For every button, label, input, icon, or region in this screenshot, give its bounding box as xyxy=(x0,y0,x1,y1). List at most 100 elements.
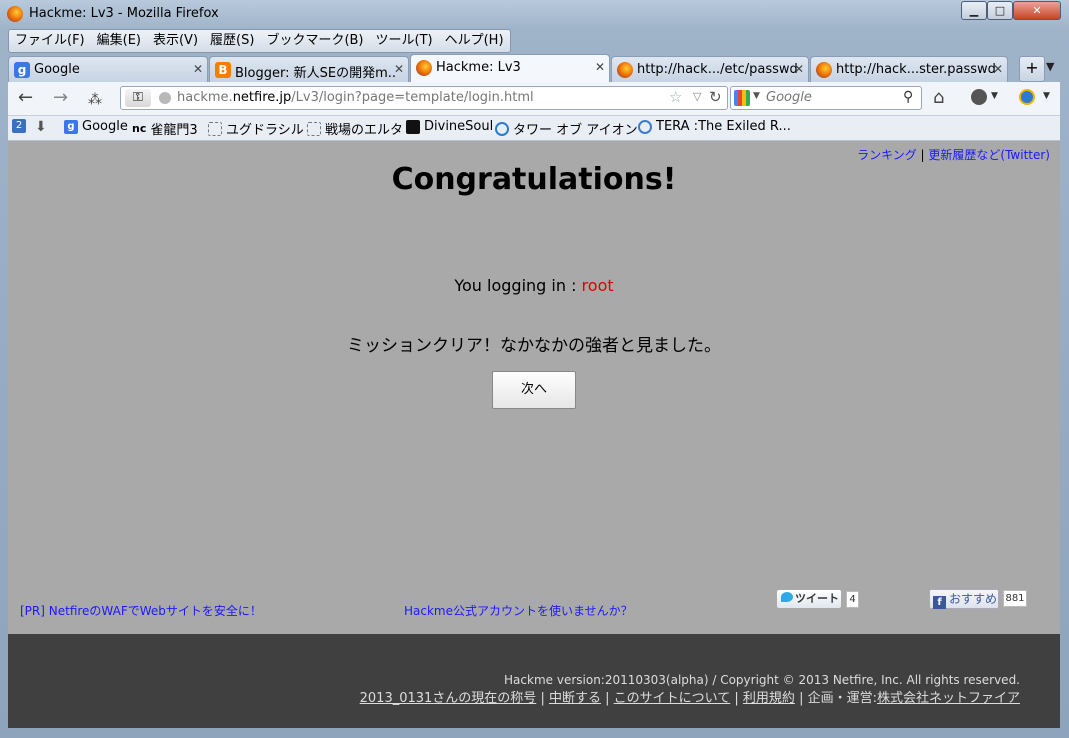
reload-icon[interactable]: ↻ xyxy=(709,88,722,106)
browser-window: Hackme: Lv3 - Mozilla Firefox ▁ □ ✕ ファイル… xyxy=(0,0,1069,738)
tab-close-icon[interactable]: ✕ xyxy=(794,62,804,76)
terms-link[interactable]: 利用規約 xyxy=(743,691,795,706)
tab-strip: g Google ✕ B Blogger: 新人SEの開発m... ✕ Hack… xyxy=(8,54,1060,82)
bookmark-label: TERA :The Exiled R... xyxy=(656,119,791,134)
ranking-link[interactable]: ランキング xyxy=(857,148,917,162)
window-title: Hackme: Lv3 - Mozilla Firefox xyxy=(29,6,219,21)
tab-list-chevron-down-icon[interactable]: ▼ xyxy=(1046,60,1054,73)
tab-label: http://hack.../etc/passwd xyxy=(637,62,797,77)
bookmark-jakuryumon[interactable]: nc 雀龍門3 xyxy=(132,119,198,138)
menu-tools[interactable]: ツール(T) xyxy=(370,30,439,52)
facebook-recommend-button[interactable]: f おすすめ xyxy=(929,589,999,609)
search-placeholder: Google xyxy=(766,90,812,105)
menu-help[interactable]: ヘルプ(H) xyxy=(439,30,510,52)
bookmark-tera[interactable]: TERA :The Exiled R... xyxy=(638,119,791,134)
tab-master-passwd[interactable]: http://hack...ster.passwd ✕ xyxy=(810,56,1008,82)
bookmark-app-icon[interactable]: 2 xyxy=(12,119,26,133)
history-dots-icon[interactable]: ⁂ xyxy=(88,90,102,110)
home-icon[interactable]: ⌂ xyxy=(933,87,944,108)
google-icon: g xyxy=(14,62,30,78)
nc-icon: nc xyxy=(132,122,147,135)
url-domain: netfire.jp xyxy=(232,90,292,105)
download-arrow-icon[interactable]: ⬇ xyxy=(35,119,47,135)
bookmark-google[interactable]: g Google xyxy=(64,119,128,134)
page-title: Congratulations! xyxy=(391,162,677,197)
tab-close-icon[interactable]: ✕ xyxy=(394,62,404,76)
bookmark-divinesoul[interactable]: DivineSoul xyxy=(406,119,493,134)
globe-icon xyxy=(159,92,171,104)
footer-links: 2013_0131さんの現在の称号 | 中断する | このサイトについて | 利… xyxy=(359,691,1020,706)
tweet-button[interactable]: ツイート xyxy=(776,589,842,609)
bookmark-label: タワー オブ アイオン xyxy=(513,123,638,138)
official-account-link[interactable]: Hackme公式アカウントを使いませんか？ xyxy=(404,602,633,619)
forward-arrow-icon[interactable]: → xyxy=(53,88,68,108)
menu-file[interactable]: ファイル(F) xyxy=(9,30,91,52)
tab-label: Google xyxy=(34,62,80,77)
firefox-icon xyxy=(816,62,832,78)
menu-bookmarks[interactable]: ブックマーク(B) xyxy=(260,30,369,52)
dotted-page-icon xyxy=(307,121,321,136)
menu-view[interactable]: 表示(V) xyxy=(147,30,204,52)
url-text[interactable]: hackme.netfire.jp/Lv3/login?page=templat… xyxy=(177,90,534,105)
pr-waf-link[interactable]: [PR] NetfireのWAFでWebサイトを安全に！ xyxy=(20,602,262,619)
about-link[interactable]: このサイトについて xyxy=(614,691,731,706)
minimize-button[interactable]: ▁ xyxy=(961,1,987,20)
tab-label: Blogger: 新人SEの開発m... xyxy=(235,66,395,81)
bookmark-eruta[interactable]: 戦場のエルタ xyxy=(307,119,403,138)
operator-link[interactable]: 株式会社ネットファイア xyxy=(877,691,1020,706)
bookmark-yggdrasil[interactable]: ユグドラシル xyxy=(208,119,304,138)
bookmark-aion[interactable]: タワー オブ アイオン xyxy=(495,119,638,138)
bookmarks-toolbar: 2 ⬇ g Google nc 雀龍門3 ユグドラシル 戦場のエルタ DivineS… xyxy=(8,116,1060,141)
url-bar[interactable]: ⚿ hackme.netfire.jp/Lv3/login?page=templ… xyxy=(120,86,728,110)
toolbar-chevron-down-icon[interactable]: ▼ xyxy=(1043,91,1050,101)
tab-close-icon[interactable]: ✕ xyxy=(193,62,203,76)
suspend-link[interactable]: 中断する xyxy=(549,691,601,706)
bookmark-star-icon[interactable]: ☆ xyxy=(669,88,682,106)
google-icon[interactable] xyxy=(734,90,750,106)
divinesoul-icon xyxy=(406,119,420,134)
bookmark-label: 戦場のエルタ xyxy=(325,123,404,138)
facebook-icon: f xyxy=(933,596,946,609)
addon-chevron-down-icon[interactable]: ▼ xyxy=(991,91,998,101)
copyright-text: Hackme version:20110303(alpha) / Copyrig… xyxy=(504,673,1020,687)
dotted-page-icon xyxy=(208,121,222,136)
tweet-count: 4 xyxy=(846,591,859,608)
bookmark-label: DivineSoul xyxy=(424,119,494,134)
search-icon[interactable]: ⚲ xyxy=(903,89,913,105)
link-separator: | xyxy=(920,148,925,162)
tab-hackme-lv3[interactable]: Hackme: Lv3 ✕ xyxy=(410,54,610,82)
key-icon[interactable]: ⚿ xyxy=(125,89,151,107)
menu-history[interactable]: 履歴(S) xyxy=(204,30,260,52)
back-arrow-icon[interactable]: ← xyxy=(18,88,33,108)
google-icon: g xyxy=(64,119,78,134)
url-dropdown-chevron-down-icon[interactable]: ▽ xyxy=(693,90,701,103)
recommend-label: おすすめ xyxy=(949,592,998,606)
tab-google[interactable]: g Google ✕ xyxy=(8,56,208,82)
menu-edit[interactable]: 編集(E) xyxy=(91,30,147,52)
tab-blogger[interactable]: B Blogger: 新人SEの開発m... ✕ xyxy=(209,56,409,82)
tab-etc-passwd[interactable]: http://hack.../etc/passwd ✕ xyxy=(611,56,809,82)
search-engine-chevron-down-icon[interactable]: ▼ xyxy=(753,91,760,101)
page-footer: Hackme version:20110303(alpha) / Copyrig… xyxy=(8,634,1060,728)
login-status: You logging in : root xyxy=(8,276,1060,295)
login-username: root xyxy=(581,276,614,295)
addon-globe-icon[interactable] xyxy=(1019,89,1035,105)
search-bar[interactable]: ▼ Google ⚲ xyxy=(730,86,922,110)
twitter-bird-icon xyxy=(781,592,793,602)
maximize-button[interactable]: □ xyxy=(987,1,1013,20)
addon-icon[interactable] xyxy=(971,89,987,105)
operator-label: 企画・運営: xyxy=(807,691,877,706)
close-window-button[interactable]: ✕ xyxy=(1013,1,1061,20)
firefox-icon xyxy=(416,60,432,76)
page-content: ランキング | 更新履歴など(Twitter) Congratulations!… xyxy=(8,141,1060,634)
new-tab-plus-icon[interactable]: + xyxy=(1019,56,1045,82)
bookmark-label: ユグドラシル xyxy=(226,123,304,138)
firefox-icon xyxy=(7,6,23,22)
title-link[interactable]: 2013_0131さんの現在の称号 xyxy=(360,691,537,706)
tab-close-icon[interactable]: ✕ xyxy=(595,60,605,74)
tab-close-icon[interactable]: ✕ xyxy=(993,62,1003,76)
updates-twitter-link[interactable]: 更新履歴など(Twitter) xyxy=(928,148,1050,162)
title-bar: Hackme: Lv3 - Mozilla Firefox ▁ □ ✕ xyxy=(0,0,1069,28)
next-button[interactable]: 次へ xyxy=(492,371,576,409)
tera-icon xyxy=(638,119,652,134)
